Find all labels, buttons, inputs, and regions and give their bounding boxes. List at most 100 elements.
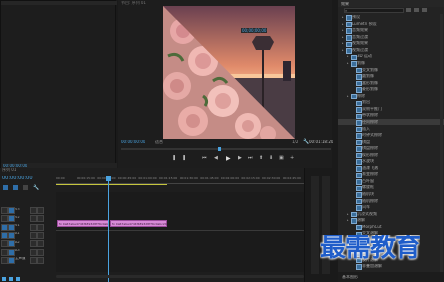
mark-in-icon[interactable]: ❚	[172, 155, 176, 161]
timeline-tab[interactable]: 序列 01	[2, 168, 16, 172]
effects-tree-item-label: 水波块	[362, 159, 374, 164]
lock-icon[interactable]	[37, 231, 44, 239]
add-marker-icon[interactable]	[23, 185, 28, 190]
effects-tree-item-label: 菱形划像	[362, 87, 378, 92]
export-frame-icon[interactable]: ▣	[279, 155, 284, 161]
effects-tree-item[interactable]: 非叠加溶解	[338, 263, 444, 270]
monitor-title[interactable]: 节目: 序列 01	[121, 1, 146, 5]
lock-icon[interactable]	[37, 240, 44, 248]
track-header[interactable]: A3	[0, 248, 55, 256]
go-to-out-icon[interactable]: ⏭	[248, 155, 253, 161]
mute-icon[interactable]	[30, 256, 37, 264]
track-tool-icon[interactable]	[2, 277, 6, 281]
expand-caret-icon[interactable]: ▸	[347, 61, 349, 65]
track-target-icon[interactable]	[8, 240, 15, 248]
expand-caret-icon[interactable]: ▸	[342, 35, 344, 39]
track-header[interactable]: V1	[0, 223, 55, 231]
lock-icon[interactable]	[37, 256, 44, 264]
playhead-marker-icon[interactable]	[218, 147, 221, 151]
snap-icon[interactable]	[3, 185, 8, 190]
add-button-icon[interactable]: +	[290, 155, 294, 161]
lock-icon[interactable]	[37, 215, 44, 223]
project-panel: 00:00:00:00	[0, 0, 117, 169]
track-header[interactable]: V3	[0, 206, 55, 214]
timeline-timecode[interactable]: 00:00:00:00	[2, 176, 33, 181]
effects-tree-item-label: 棋盘擦除	[362, 146, 378, 151]
toggle-output-icon[interactable]	[30, 215, 37, 223]
source-patch-icon[interactable]	[1, 231, 8, 239]
track-target-icon[interactable]	[8, 207, 15, 214]
effects-tree-item-label: 带状擦除	[362, 113, 378, 118]
expand-caret-icon[interactable]: ▸	[342, 15, 344, 19]
program-timecode-left[interactable]: 00:00:00:00	[121, 140, 145, 144]
playhead-handle-icon[interactable]	[106, 176, 111, 181]
track-header[interactable]: 主声道	[0, 256, 55, 264]
settings-icon[interactable]: 🔧	[33, 185, 39, 191]
project-panel-tabbar	[1, 1, 117, 5]
expand-caret-icon[interactable]: ▸	[347, 54, 349, 58]
effects-tree-item-label: 楔形擦除	[362, 152, 378, 157]
expand-caret-icon[interactable]: ▸	[347, 94, 349, 98]
source-patch-icon[interactable]	[1, 223, 8, 231]
accelerated-filter-icon[interactable]	[406, 8, 411, 12]
source-patch-icon[interactable]	[1, 215, 8, 223]
track-target-icon[interactable]	[8, 248, 15, 256]
source-patch-icon[interactable]	[1, 248, 8, 256]
play-icon[interactable]: ▶	[226, 155, 231, 162]
timeline-zoom-scrollbar[interactable]	[56, 275, 304, 278]
mute-icon[interactable]	[30, 248, 37, 256]
lock-icon[interactable]	[37, 248, 44, 256]
32bit-filter-icon[interactable]	[414, 8, 419, 12]
toggle-output-icon[interactable]	[30, 207, 37, 214]
mute-icon[interactable]	[30, 240, 37, 248]
lift-icon[interactable]: ⬆	[259, 155, 263, 161]
effects-scrollbar[interactable]	[440, 14, 443, 272]
source-patch-icon[interactable]	[1, 256, 8, 264]
ruler-tick-label: 00:02:00:00	[220, 177, 240, 180]
effects-tree-item-label: 音频过渡	[352, 34, 368, 39]
track-header[interactable]: A2	[0, 239, 55, 248]
track-tool-icon[interactable]	[16, 277, 20, 281]
track-target-icon[interactable]	[8, 256, 15, 264]
fit-dropdown[interactable]: 适合	[155, 140, 163, 144]
go-to-in-icon[interactable]: ⏮	[202, 155, 207, 161]
step-forward-icon[interactable]: ▶	[238, 155, 242, 161]
resolution-dropdown[interactable]: 1/2	[292, 140, 298, 144]
lock-icon[interactable]	[37, 207, 44, 214]
source-patch-icon[interactable]	[1, 240, 8, 248]
toggle-output-icon[interactable]	[30, 223, 37, 231]
effects-tree-item-label: 棋盘	[362, 139, 370, 144]
track-name: V1	[15, 224, 20, 228]
expand-caret-icon[interactable]: ▸	[342, 22, 344, 26]
mute-icon[interactable]	[30, 231, 37, 239]
expand-caret-icon[interactable]: ▸	[342, 41, 344, 45]
effects-search-input[interactable]	[344, 8, 404, 13]
time-ruler[interactable]: 00:0000:00:15:0000:00:30:0000:00:45:0000…	[56, 176, 304, 184]
track-header[interactable]: V2	[0, 214, 55, 223]
clip[interactable]: fx 0a67abe47d4f4893d8f76c0abc24...	[57, 220, 109, 227]
track-header[interactable]: A1	[0, 231, 55, 239]
track-target-icon[interactable]	[8, 215, 15, 223]
lock-icon[interactable]	[37, 223, 44, 231]
effects-tree-item-label: 风车	[362, 205, 370, 210]
work-area-bar[interactable]	[56, 184, 167, 185]
track-target-icon[interactable]	[8, 223, 15, 231]
clip[interactable]: fx 0a67abe47d4f4893d8f76c0abc24...	[110, 220, 167, 227]
clip-label: fx 0a67abe47d4f4893d8f76c0abc24...	[112, 222, 167, 226]
source-patch-icon[interactable]	[1, 207, 8, 214]
bottom-tab-label[interactable]: 基本图形	[342, 275, 358, 279]
linked-selection-icon[interactable]	[13, 185, 18, 190]
effects-panel-title[interactable]: 效果	[341, 2, 349, 6]
expand-caret-icon[interactable]: ▸	[342, 48, 344, 52]
expand-caret-icon[interactable]: ▸	[342, 28, 344, 32]
expand-caret-icon[interactable]: ▸	[347, 212, 349, 216]
expand-caret-icon[interactable]: ▸	[347, 218, 349, 222]
step-back-icon[interactable]: ◀	[214, 155, 218, 161]
playhead-line[interactable]	[108, 176, 109, 282]
track-tool-icon[interactable]	[9, 277, 13, 281]
playback-scrubber[interactable]	[121, 148, 331, 150]
yuv-filter-icon[interactable]	[422, 8, 427, 12]
mark-out-icon[interactable]: ❚	[182, 155, 186, 161]
track-target-icon[interactable]	[8, 231, 15, 239]
extract-icon[interactable]: ⬇	[269, 155, 273, 161]
